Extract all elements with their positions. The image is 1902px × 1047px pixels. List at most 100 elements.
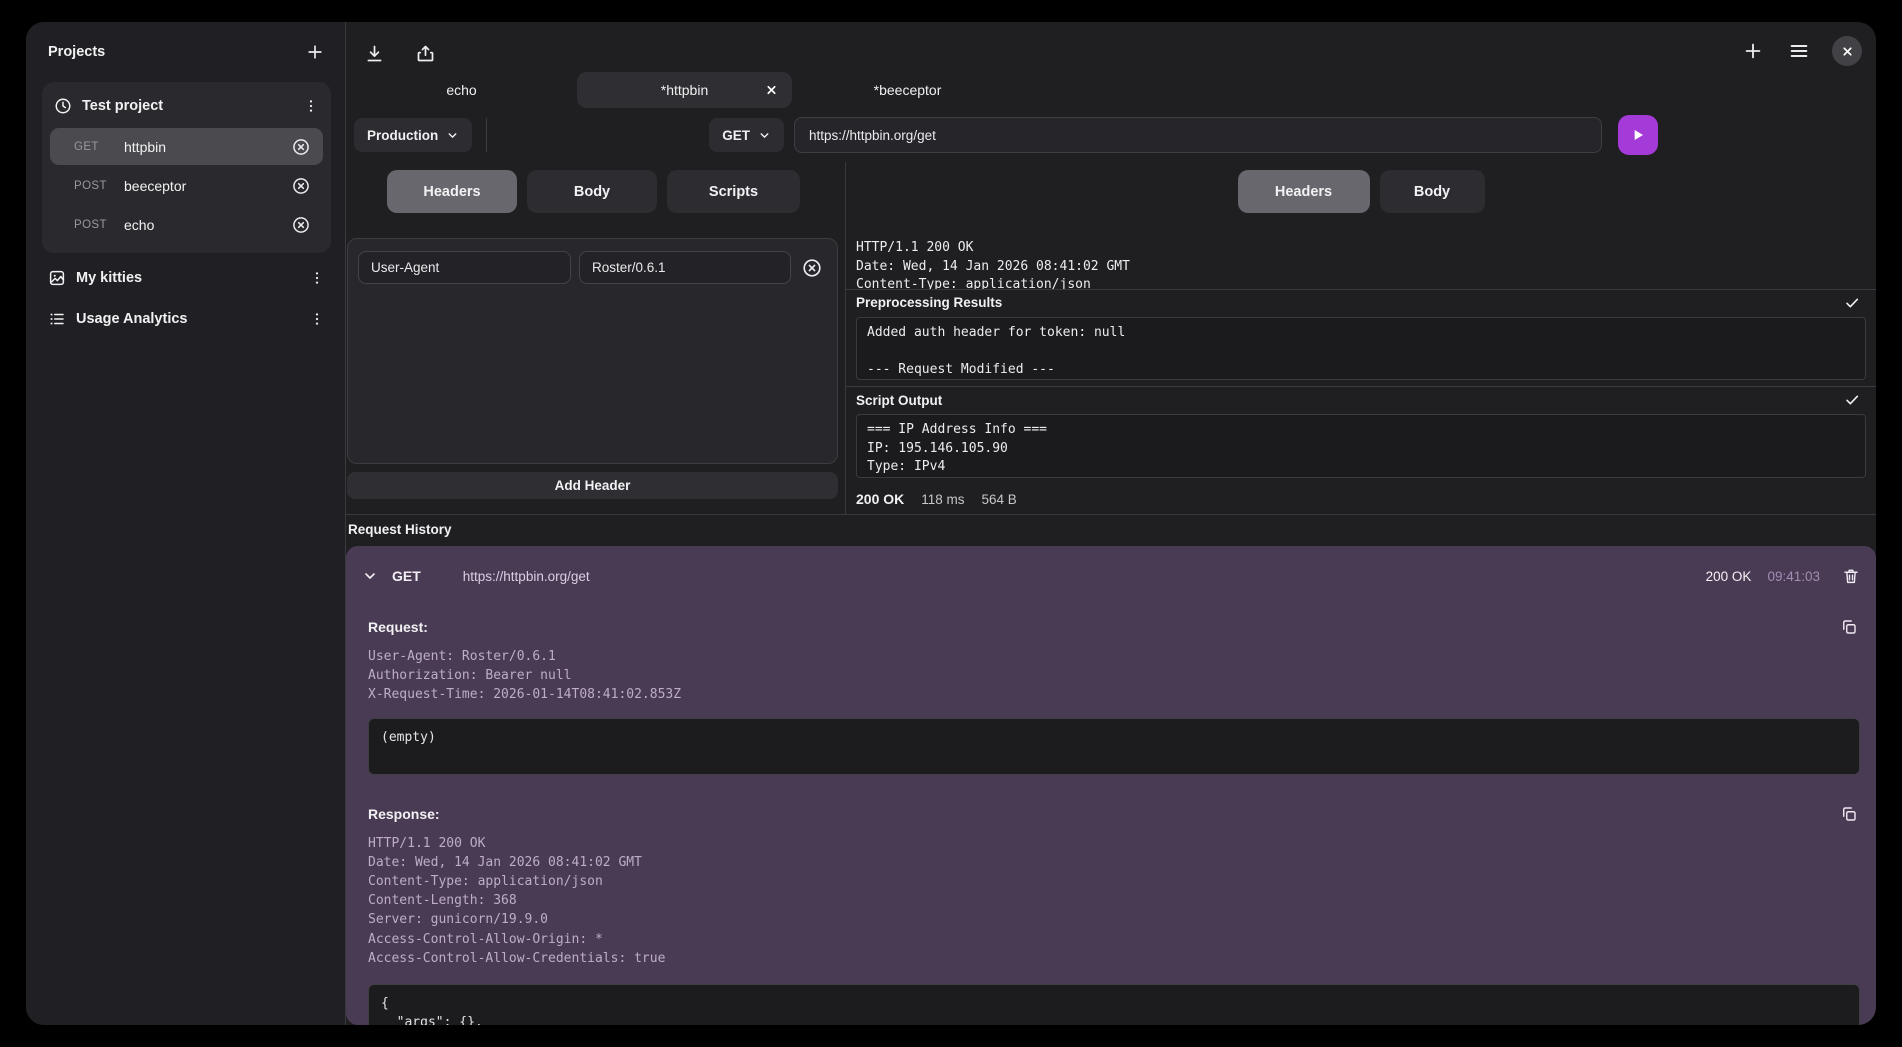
success-check-icon bbox=[1844, 392, 1860, 408]
history-entry-header[interactable]: GET https://httpbin.org/get 200 OK 09:41… bbox=[362, 558, 1860, 594]
tab-response-body[interactable]: Body bbox=[1380, 170, 1485, 213]
sidebar-request-beeceptor[interactable]: POST beeceptor bbox=[50, 167, 323, 204]
history-response-headers: HTTP/1.1 200 OK Date: Wed, 14 Jan 2026 0… bbox=[368, 834, 1860, 968]
add-header-button[interactable]: Add Header bbox=[347, 472, 838, 499]
tab-request-body[interactable]: Body bbox=[527, 170, 657, 213]
sidebar-header: Projects bbox=[42, 36, 331, 70]
response-body-block: { "args": {}, "headers": { bbox=[368, 984, 1860, 1025]
request-editor-tabs: Headers Body Scripts bbox=[387, 170, 845, 213]
circle-x-icon bbox=[291, 137, 311, 157]
remove-request-button[interactable] bbox=[289, 135, 313, 159]
sidebar-title: Projects bbox=[48, 44, 105, 60]
request-tabs: echo *httpbin *beeceptor bbox=[346, 66, 1876, 108]
sidebar-request-httpbin[interactable]: GET httpbin bbox=[50, 128, 323, 165]
send-request-button[interactable] bbox=[1618, 115, 1658, 155]
environment-label: Production bbox=[367, 128, 438, 143]
plus-icon bbox=[1742, 40, 1764, 62]
response-headers-preview: HTTP/1.1 200 OK Date: Wed, 14 Jan 2026 0… bbox=[846, 213, 1876, 289]
chevron-down-icon bbox=[446, 129, 459, 142]
project-name: Test project bbox=[82, 98, 291, 114]
response-body-text: { "args": {}, "headers": { bbox=[381, 994, 1847, 1025]
export-button[interactable] bbox=[413, 41, 438, 66]
request-bar: Production GET bbox=[346, 108, 1876, 162]
chevron-down-icon[interactable] bbox=[362, 568, 378, 584]
script-output-panel: === IP Address Info === IP: 195.146.105.… bbox=[856, 414, 1866, 478]
response-label-row: Response: bbox=[368, 805, 1858, 823]
divider bbox=[486, 118, 487, 152]
delete-history-button[interactable] bbox=[1842, 567, 1860, 585]
success-check-icon bbox=[1844, 295, 1860, 311]
copy-response-button[interactable] bbox=[1840, 805, 1858, 823]
script-output-header: Script Output bbox=[846, 386, 1876, 411]
collection-menu-button[interactable] bbox=[307, 268, 327, 288]
list-icon bbox=[48, 310, 66, 328]
import-button[interactable] bbox=[362, 41, 387, 66]
copy-icon bbox=[1840, 618, 1858, 636]
preprocessing-results-header: Preprocessing Results bbox=[846, 289, 1876, 314]
request-method-label: GET bbox=[74, 141, 124, 153]
hamburger-icon bbox=[1788, 40, 1810, 62]
header-key-input[interactable] bbox=[358, 251, 571, 284]
remove-request-button[interactable] bbox=[289, 174, 313, 198]
download-icon bbox=[364, 43, 385, 64]
history-entry-card: GET https://httpbin.org/get 200 OK 09:41… bbox=[346, 546, 1876, 1025]
method-label: GET bbox=[722, 128, 750, 143]
tab-request-scripts[interactable]: Scripts bbox=[667, 170, 800, 213]
project-header[interactable]: Test project bbox=[50, 92, 323, 126]
add-project-button[interactable] bbox=[303, 40, 327, 64]
method-dropdown[interactable]: GET bbox=[709, 118, 784, 152]
url-input[interactable] bbox=[794, 117, 1602, 153]
tab-beeceptor[interactable]: *beeceptor bbox=[800, 72, 1015, 108]
sidebar-item-usage-analytics[interactable]: Usage Analytics bbox=[42, 294, 331, 335]
response-pane: Headers Body HTTP/1.1 200 OK Date: Wed, … bbox=[846, 162, 1876, 514]
response-status-bar: 200 OK 118 ms 564 B bbox=[846, 484, 1876, 514]
close-icon bbox=[1841, 45, 1854, 58]
response-tabs: Headers Body bbox=[846, 170, 1876, 213]
plus-icon bbox=[305, 42, 325, 62]
remove-header-button[interactable] bbox=[799, 255, 825, 281]
tab-httpbin[interactable]: *httpbin bbox=[577, 72, 792, 108]
sidebar-item-my-kitties[interactable]: My kitties bbox=[42, 253, 331, 294]
remove-request-button[interactable] bbox=[289, 213, 313, 237]
status-size: 564 B bbox=[982, 492, 1017, 507]
close-icon bbox=[765, 84, 778, 97]
sidebar-request-echo[interactable]: POST echo bbox=[50, 206, 323, 243]
project-menu-button[interactable] bbox=[301, 96, 321, 116]
circle-x-icon bbox=[291, 176, 311, 196]
circle-x-icon bbox=[291, 215, 311, 235]
chevron-down-icon bbox=[758, 129, 771, 142]
copy-icon bbox=[1840, 805, 1858, 823]
clock-icon bbox=[54, 97, 72, 115]
history-request-headers: User-Agent: Roster/0.6.1 Authorization: … bbox=[368, 647, 1860, 705]
tab-request-headers[interactable]: Headers bbox=[387, 170, 517, 213]
close-tab-button[interactable] bbox=[765, 84, 778, 97]
request-body-text: (empty) bbox=[381, 728, 1847, 747]
request-body-block: (empty) bbox=[368, 718, 1860, 775]
tab-echo[interactable]: echo bbox=[354, 72, 569, 108]
trash-icon bbox=[1842, 567, 1860, 585]
request-method-label: POST bbox=[74, 180, 124, 192]
window-close-button[interactable] bbox=[1832, 36, 1862, 66]
image-icon bbox=[48, 269, 66, 287]
status-code: 200 OK bbox=[856, 491, 904, 507]
copy-request-button[interactable] bbox=[1840, 618, 1858, 636]
circle-x-icon bbox=[801, 257, 823, 279]
menu-button[interactable] bbox=[1786, 38, 1812, 64]
tab-response-headers[interactable]: Headers bbox=[1238, 170, 1370, 213]
environment-dropdown[interactable]: Production bbox=[354, 118, 472, 152]
kebab-menu-icon bbox=[309, 311, 325, 327]
collection-menu-button[interactable] bbox=[307, 309, 327, 329]
history-url: https://httpbin.org/get bbox=[463, 569, 590, 584]
preprocessing-output-text: Added auth header for token: null --- Re… bbox=[867, 324, 1855, 381]
history-timestamp: 09:41:03 bbox=[1767, 569, 1820, 584]
script-output-text: === IP Address Info === IP: 195.146.105.… bbox=[867, 421, 1855, 478]
history-method: GET bbox=[392, 568, 421, 584]
project-card: Test project GET httpbin POST beeceptor bbox=[42, 82, 331, 253]
request-label: Request: bbox=[368, 619, 428, 635]
request-label-row: Request: bbox=[368, 618, 1858, 636]
script-output-title: Script Output bbox=[856, 393, 942, 408]
tab-label: *beeceptor bbox=[874, 82, 942, 98]
new-tab-button[interactable] bbox=[1740, 38, 1766, 64]
sidebar: Projects Test project GET httpbin bbox=[26, 22, 346, 1025]
header-value-input[interactable] bbox=[579, 251, 791, 284]
